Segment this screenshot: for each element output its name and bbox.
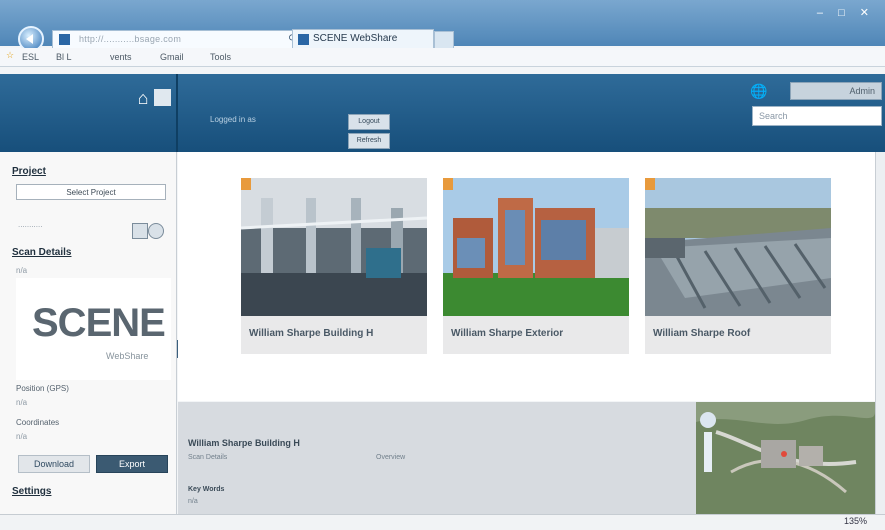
map-zoom-control-icon[interactable] [700,412,716,428]
admin-dropdown[interactable]: Admin [790,82,882,100]
export-button[interactable]: Export [96,455,168,473]
favorite-item[interactable]: vents [110,52,132,62]
card-image-1 [241,178,427,316]
project-section-title: Project [12,166,46,177]
header-separator [176,74,178,152]
scan-card-1[interactable]: William Sharpe Building H [241,178,427,354]
scan-detail-value: n/a [16,266,28,275]
favorite-item[interactable]: ESL [22,52,39,62]
settings-title: Settings [12,486,52,497]
card-badge [645,178,655,190]
detail-meta-right[interactable]: Overview [376,454,405,461]
scene-logo: SCENE WebShare [16,278,171,380]
zoom-level[interactable]: 135% [844,516,867,526]
project-select[interactable]: Select Project [16,184,166,200]
status-bar: 135% [0,514,885,530]
new-tab-button[interactable] [434,31,454,49]
favorites-bar: ☆ ESL Bl L vents Gmail Tools [0,48,885,67]
card-title[interactable]: William Sharpe Exterior [451,328,563,339]
keywords-label: Key Words [188,486,225,493]
favorites-star-icon[interactable]: ☆ [6,50,14,61]
card-image-3 [645,178,831,316]
search-input[interactable]: Search [752,106,882,126]
favorite-item[interactable]: Tools [210,52,231,62]
coordinates-label: Coordinates [16,418,60,427]
refresh-button[interactable]: Refresh [348,133,390,149]
position-value: n/a [16,398,28,407]
main-scrollbar[interactable] [875,152,885,514]
detail-meta-left[interactable]: Scan Details [188,454,227,461]
scan-card-3[interactable]: William Sharpe Roof [645,178,831,354]
keywords-value: n/a [188,498,198,505]
info-icon[interactable] [148,223,164,239]
card-title[interactable]: William Sharpe Building H [249,328,373,339]
scan-card-2[interactable]: William Sharpe Exterior [443,178,629,354]
settings-icon[interactable] [154,89,171,106]
coordinates-value: n/a [16,432,28,441]
logo-text: SCENE [32,301,166,345]
detail-panel: William Sharpe Building H Scan Details O… [178,402,696,514]
logout-button[interactable]: Logout [348,114,390,130]
export-icon[interactable] [132,223,148,239]
tab-title: SCENE WebShare [313,33,398,44]
browser-window: http://...........bsage.com ⟳ SCENE WebS… [0,0,885,530]
address-bar[interactable]: http://...........bsage.com ⟳ [52,30,302,50]
brand-logo-icon: 🌐 [750,83,768,99]
map-view[interactable] [696,402,875,514]
card-badge [443,178,453,190]
favorite-item[interactable]: Gmail [160,52,184,62]
download-button[interactable]: Download [18,455,90,473]
tab-favicon-icon [298,34,309,45]
window-controls[interactable]: – □ ✕ [817,6,875,19]
card-image-2 [443,178,629,316]
logo-subtext: WebShare [106,351,149,361]
project-meta: ........... [18,220,43,229]
detail-title: William Sharpe Building H [188,438,300,448]
address-text: http://...........bsage.com [79,34,182,44]
position-label: Position (GPS) [16,384,69,393]
home-icon[interactable]: ⌂ [133,88,153,108]
card-title[interactable]: William Sharpe Roof [653,328,750,339]
card-badge [241,178,251,190]
header-label: Logged in as [210,115,256,124]
favorite-item[interactable]: Bl L [56,52,72,62]
scan-details-title: Scan Details [12,247,72,258]
site-favicon-icon [59,34,70,45]
